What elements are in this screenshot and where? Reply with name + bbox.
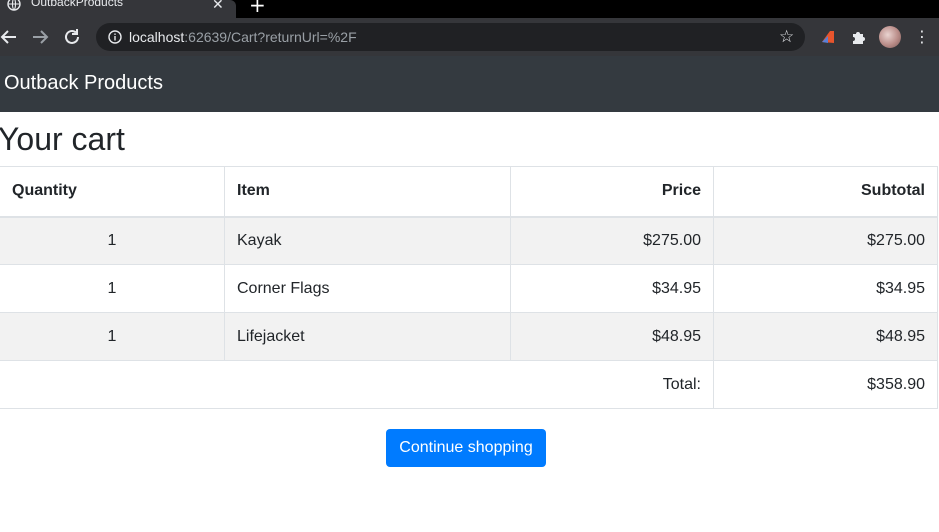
cell-subtotal: $48.95 xyxy=(713,312,938,361)
tab-strip: OutbackProducts ✕ + xyxy=(0,0,939,18)
page-title: Your cart xyxy=(0,121,125,157)
column-header-item: Item xyxy=(224,166,511,218)
column-header-subtotal: Subtotal xyxy=(713,166,938,218)
kebab-menu-icon[interactable]: ⋮ xyxy=(912,26,932,48)
address-bar[interactable]: localhost:62639/Cart?returnUrl=%2F ☆ xyxy=(96,23,805,51)
cell-price: $34.95 xyxy=(510,264,714,313)
total-value: $358.90 xyxy=(713,360,938,409)
total-row: Total: $358.90 xyxy=(0,360,938,409)
info-icon[interactable] xyxy=(108,30,122,44)
reload-icon[interactable] xyxy=(61,26,83,48)
plus-icon[interactable]: + xyxy=(249,0,266,17)
table-row: 1 Corner Flags $34.95 $34.95 xyxy=(0,264,938,313)
cell-price: $275.00 xyxy=(510,216,714,265)
continue-shopping-button[interactable]: Continue shopping xyxy=(386,429,546,467)
cell-subtotal: $34.95 xyxy=(713,264,938,313)
cell-quantity: 1 xyxy=(0,216,225,265)
browser-toolbar: localhost:62639/Cart?returnUrl=%2F ☆ ⋮ xyxy=(0,18,939,56)
back-arrow-icon[interactable] xyxy=(0,26,20,48)
forward-arrow-icon[interactable] xyxy=(29,26,51,48)
table-row: 1 Lifejacket $48.95 $48.95 xyxy=(0,312,938,361)
url-host: localhost xyxy=(129,29,185,45)
extension-icon[interactable] xyxy=(819,28,837,46)
cell-quantity: 1 xyxy=(0,264,225,313)
cell-quantity: 1 xyxy=(0,312,225,361)
cell-price: $48.95 xyxy=(510,312,714,361)
cell-item: Kayak xyxy=(224,216,511,265)
total-label: Total: xyxy=(0,360,714,409)
browser-tab[interactable]: OutbackProducts ✕ xyxy=(0,0,236,18)
avatar[interactable] xyxy=(879,26,901,48)
table-row: 1 Kayak $275.00 $275.00 xyxy=(0,216,938,265)
star-icon[interactable]: ☆ xyxy=(779,27,794,47)
site-navbar: Outback Products xyxy=(0,56,939,112)
cell-subtotal: $275.00 xyxy=(713,216,938,265)
table-header-row: Quantity Item Price Subtotal xyxy=(0,166,938,218)
close-icon[interactable]: ✕ xyxy=(212,0,224,15)
globe-icon xyxy=(7,0,21,11)
column-header-quantity: Quantity xyxy=(0,166,225,218)
puzzle-icon[interactable] xyxy=(850,28,868,46)
cell-item: Lifejacket xyxy=(224,312,511,361)
tab-title: OutbackProducts xyxy=(31,0,124,9)
column-header-price: Price xyxy=(510,166,714,218)
navbar-brand[interactable]: Outback Products xyxy=(4,72,163,95)
cart-table: Quantity Item Price Subtotal 1 Kayak $27… xyxy=(0,166,938,409)
url-path: :62639/Cart?returnUrl=%2F xyxy=(184,29,357,45)
url-text[interactable]: localhost:62639/Cart?returnUrl=%2F xyxy=(129,29,357,45)
cell-item: Corner Flags xyxy=(224,264,511,313)
